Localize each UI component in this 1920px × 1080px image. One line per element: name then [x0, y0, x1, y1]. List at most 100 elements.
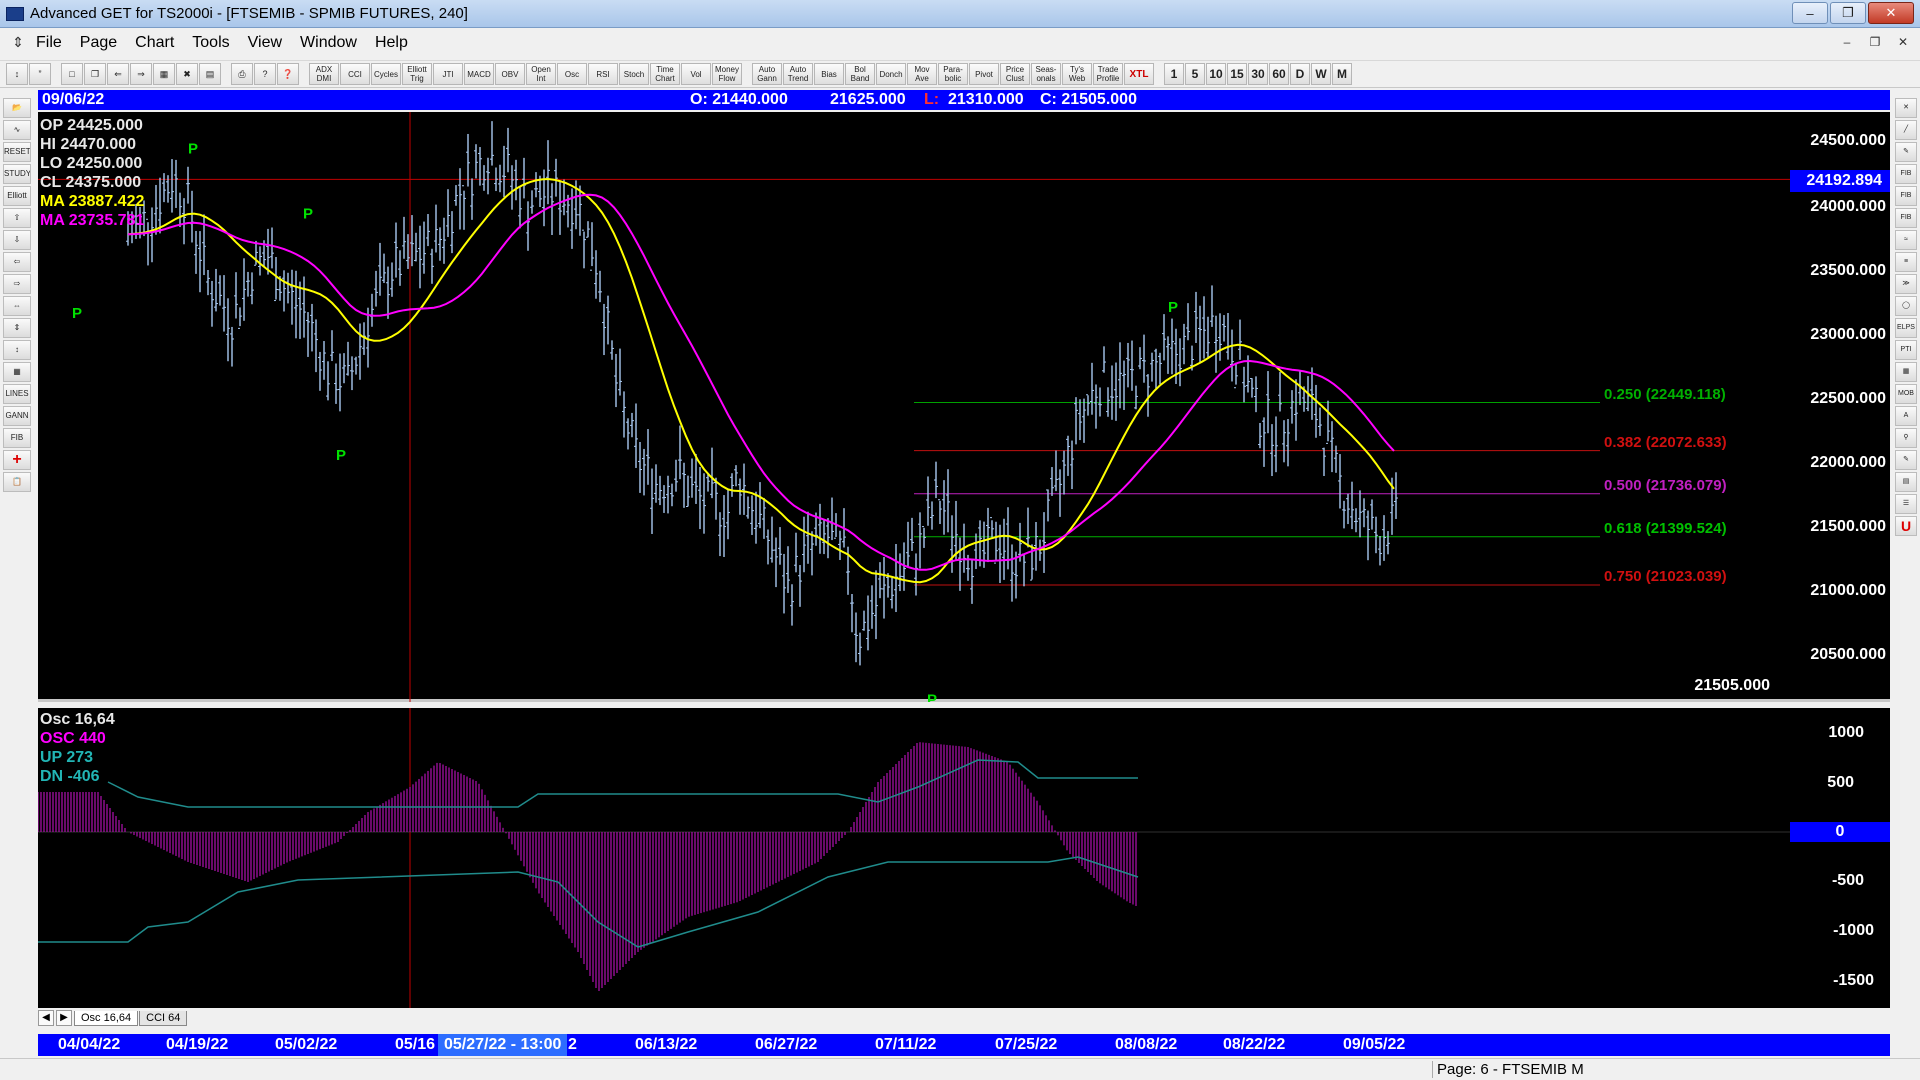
period-30-button[interactable]: 30 [1248, 63, 1268, 85]
minimize-button[interactable]: – [1792, 2, 1828, 24]
magnifier-icon[interactable]: ⚲ [1895, 428, 1917, 448]
delete-icon[interactable]: ✕ [1895, 98, 1917, 118]
document-icon[interactable]: ⇕ [8, 34, 28, 52]
grid-icon[interactable]: ▦ [153, 63, 175, 85]
price-chart-pane[interactable]: P P P P P P OP 24425.000 HI 24470.000 LO 2425… [38, 112, 1890, 702]
menu-file[interactable]: File [36, 34, 62, 52]
clipboard-icon[interactable]: 📋 [3, 472, 31, 492]
pitchfork-icon[interactable]: ≈ [1895, 230, 1917, 250]
menu-tools[interactable]: Tools [192, 34, 229, 52]
quote-icon[interactable]: ” [29, 63, 51, 85]
period-5-button[interactable]: 5 [1185, 63, 1205, 85]
period-15-button[interactable]: 15 [1227, 63, 1247, 85]
channel-icon[interactable]: ≡ [1895, 252, 1917, 272]
indicator-rsi-button[interactable]: RSI [588, 63, 618, 85]
indicator-openint-button[interactable]: Open Int [526, 63, 556, 85]
period-60-button[interactable]: 60 [1269, 63, 1289, 85]
indicator-movave-button[interactable]: Mov Ave [907, 63, 937, 85]
indicator-vol-button[interactable]: Vol [681, 63, 711, 85]
open-folder-icon[interactable]: 📂 [3, 98, 31, 118]
copy-icon[interactable]: ❐ [84, 63, 106, 85]
elliott-wave-icon[interactable]: ∿ [3, 120, 31, 140]
context-help-icon[interactable]: ❓ [277, 63, 299, 85]
list-icon[interactable]: ☰ [1895, 494, 1917, 514]
help-icon[interactable]: ? [254, 63, 276, 85]
ellipse-tool-icon[interactable]: ELPS [1895, 318, 1917, 338]
pti-icon[interactable]: PTI [1895, 340, 1917, 360]
indicator-stoch-button[interactable]: Stoch [619, 63, 649, 85]
fib-extension-icon[interactable]: FIB EXT [1895, 186, 1917, 206]
tab-next-icon[interactable]: ▶ [56, 1010, 72, 1026]
indicator-jti-button[interactable]: JTI [433, 63, 463, 85]
period-monthly-button[interactable]: M [1332, 63, 1352, 85]
draw-line-icon[interactable]: ╱ [1895, 120, 1917, 140]
arrow-left-icon[interactable]: ⇦ [3, 252, 31, 272]
fib-icon[interactable]: FIB [3, 428, 31, 448]
indicator-autogann-button[interactable]: Auto Gann [752, 63, 782, 85]
indicator-time-button[interactable]: Time Chart [650, 63, 680, 85]
crosshair-icon[interactable]: + [3, 450, 31, 470]
study-icon[interactable]: STUDY [3, 164, 31, 184]
menu-view[interactable]: View [248, 34, 282, 52]
doc-minimize-button[interactable]: – [1836, 32, 1858, 52]
indicator-bolband-button[interactable]: Bol Band [845, 63, 875, 85]
indicator-pivot-button[interactable]: Pivot [969, 63, 999, 85]
zoom-icon[interactable]: ↕ [3, 340, 31, 360]
menu-help[interactable]: Help [375, 34, 408, 52]
print-icon[interactable]: ⎙ [231, 63, 253, 85]
doc-restore-button[interactable]: ❐ [1864, 32, 1886, 52]
mob-icon[interactable]: MOB [1895, 384, 1917, 404]
grid-tool-icon[interactable]: ▦ [3, 362, 31, 382]
oscillator-pane[interactable]: Osc 16,64 OSC 440 UP 273 DN -406 1000 50… [38, 708, 1890, 1008]
arrow-right-icon[interactable]: ⇨ [3, 274, 31, 294]
close-button[interactable]: ✕ [1868, 2, 1914, 24]
indicator-parabolic-button[interactable]: Para-bolic [938, 63, 968, 85]
elliott-icon[interactable]: Elliott [3, 186, 31, 206]
indicator-tradeprofile-button[interactable]: Trade Profile [1093, 63, 1123, 85]
paint-icon[interactable]: ✎ [1895, 450, 1917, 470]
table-icon[interactable]: ▤ [199, 63, 221, 85]
menu-chart[interactable]: Chart [135, 34, 174, 52]
indicator-elliott-button[interactable]: Elliott Trig [402, 63, 432, 85]
price-scale[interactable]: 24500.000 24192.894 24000.000 23500.000 … [1790, 112, 1890, 702]
price-chart-canvas[interactable]: P P P P P P [38, 112, 1890, 702]
indicator-donch-button[interactable]: Donch [876, 63, 906, 85]
doc-close-button[interactable]: ✕ [1892, 32, 1914, 52]
indicator-priceclust-button[interactable]: Price Clust [1000, 63, 1030, 85]
fan-icon[interactable]: ≫ [1895, 274, 1917, 294]
indicator-seasonals-button[interactable]: Seas-onals [1031, 63, 1061, 85]
fib-time-icon[interactable]: FIB TIME [1895, 208, 1917, 228]
scroll-left-icon[interactable]: ⇐ [107, 63, 129, 85]
menu-window[interactable]: Window [300, 34, 357, 52]
period-daily-button[interactable]: D [1290, 63, 1310, 85]
indicator-macd-button[interactable]: MACD [464, 63, 494, 85]
scroll-right-icon[interactable]: ⇒ [130, 63, 152, 85]
period-weekly-button[interactable]: W [1311, 63, 1331, 85]
gann-icon[interactable]: GANN [3, 406, 31, 426]
layers-icon[interactable]: ▤ [1895, 472, 1917, 492]
text-tool-icon[interactable]: A [1895, 406, 1917, 426]
cursor-tool-icon[interactable]: ↕ [6, 63, 28, 85]
tab-cci[interactable]: CCI 64 [139, 1010, 188, 1026]
date-axis[interactable]: 04/04/22 04/19/22 05/02/22 05/16 05/27/2… [38, 1034, 1890, 1056]
indicator-osc-button[interactable]: Osc [557, 63, 587, 85]
indicator-cycles-button[interactable]: Cycles [371, 63, 401, 85]
indicator-cci-button[interactable]: CCI [340, 63, 370, 85]
expand-icon[interactable]: ⇕ [3, 318, 31, 338]
restore-button[interactable]: ❐ [1830, 2, 1866, 24]
indicator-obv-button[interactable]: OBV [495, 63, 525, 85]
oscillator-canvas[interactable] [38, 708, 1890, 1008]
arrow-down-icon[interactable]: ⇩ [3, 230, 31, 250]
cross-icon[interactable]: ✖ [176, 63, 198, 85]
arrow-up-icon[interactable]: ⇧ [3, 208, 31, 228]
indicator-xtl-button[interactable]: XTL [1124, 63, 1154, 85]
tab-osc[interactable]: Osc 16,64 [74, 1010, 139, 1026]
grid-panel-icon[interactable]: ▦ [1895, 362, 1917, 382]
indicator-adx-button[interactable]: ADX DMI [309, 63, 339, 85]
compress-icon[interactable]: ⇔ [3, 296, 31, 316]
tab-prev-icon[interactable]: ◀ [38, 1010, 54, 1026]
indicator-tysweb-button[interactable]: Ty's Web [1062, 63, 1092, 85]
indicator-moneyflow-button[interactable]: Money Flow [712, 63, 742, 85]
ellipse-icon[interactable]: ◯ [1895, 296, 1917, 316]
indicator-bias-button[interactable]: Bias [814, 63, 844, 85]
